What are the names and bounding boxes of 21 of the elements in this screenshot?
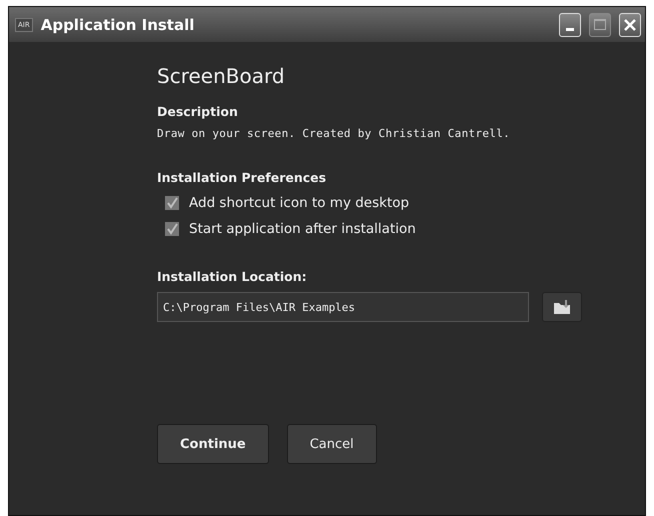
folder-icon	[553, 300, 571, 314]
browse-button[interactable]	[542, 292, 582, 322]
window-title: Application Install	[40, 16, 196, 34]
close-button[interactable]	[619, 12, 641, 36]
minimize-icon	[566, 28, 574, 31]
close-icon	[623, 18, 637, 32]
dialog-button[interactable]: Continue	[157, 424, 269, 464]
maximize-button[interactable]	[589, 12, 611, 36]
option-label: Start application after installation	[189, 221, 416, 237]
checkbox[interactable]	[165, 222, 179, 236]
minimize-button[interactable]	[559, 12, 581, 36]
option-label: Add shortcut icon to my desktop	[189, 195, 410, 211]
maximize-icon	[594, 19, 606, 30]
section-heading: Installation Preferences	[157, 170, 328, 185]
section-heading: Installation Location:	[157, 269, 308, 284]
dialog-button[interactable]: Cancel	[286, 424, 377, 464]
description-text: Draw on your screen. Created by Christian Cantrell.	[157, 127, 512, 140]
checkbox[interactable]	[165, 196, 179, 210]
section-heading: Description	[157, 104, 239, 119]
app-name: ScreenBoard	[157, 64, 286, 88]
location-field[interactable]: C:\Program Files\AIR Examples	[157, 292, 529, 322]
